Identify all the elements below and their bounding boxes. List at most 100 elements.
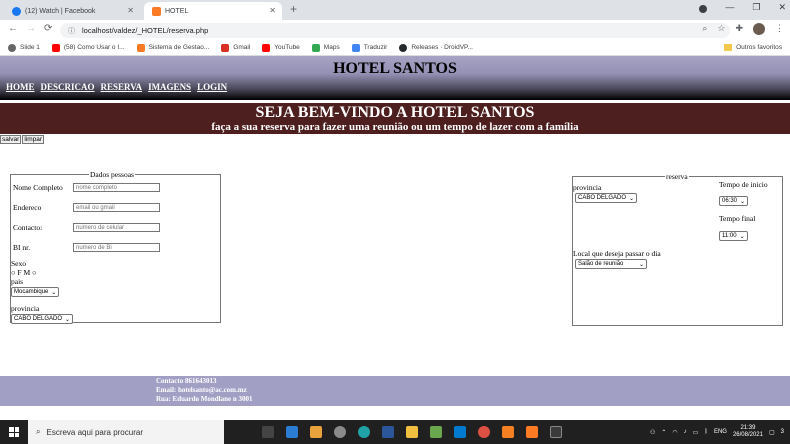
zoom-icon[interactable]: ⌕ [702,23,707,35]
menu-icon[interactable]: ⋮ [775,23,784,35]
store-icon[interactable] [310,426,322,438]
bookmark-slide[interactable]: Slide 1 [8,43,40,52]
facebook-icon [12,6,21,16]
task-view-icon[interactable] [262,426,274,438]
word-icon[interactable] [382,426,394,438]
bookmark-maps[interactable]: Maps [311,43,340,52]
taskbar-apps [262,426,562,438]
file-explorer-icon[interactable] [406,426,418,438]
name-input[interactable]: nome completo [73,183,160,192]
footer-address: Rua: Eduardo Mondlane n 3001 [156,395,253,403]
avatar[interactable] [753,23,765,35]
sex-options-text: F M [17,268,31,277]
place-value: Salão de reunião [578,261,624,267]
wifi-icon[interactable]: ◠ [672,429,677,436]
search-icon: ⌕ [36,427,41,436]
windows-icon [9,427,19,437]
country-select[interactable]: Mocambique ⌄ [11,286,60,297]
address-label: Endereco [13,203,42,212]
end-time-select[interactable]: 11:00 ⌄ [719,230,748,241]
radio-female[interactable]: ○ [11,268,16,277]
bookmark-sistema[interactable]: Sistema de Gestao... [136,43,209,52]
xampp-icon [136,43,145,52]
place-select[interactable]: Salão de reunião ⌄ [575,258,647,269]
taskbar-search[interactable]: ⌕ Escreva aqui para procurar [28,420,224,444]
xampp-icon[interactable] [526,426,538,438]
contact-row: Contacto: numero de celular [13,223,160,232]
country-label: pais [11,277,24,286]
bookmark-youtube-video[interactable]: (58) Como Usar o I... [51,43,125,52]
extensions-icon[interactable]: ✚ [735,23,743,35]
menu-login[interactable]: LOGIN [197,82,227,92]
contact-input[interactable]: numero de celular [73,223,160,232]
vlc-icon[interactable] [502,426,514,438]
start-button[interactable] [0,427,28,437]
close-icon[interactable]: ✕ [127,6,134,15]
photos-icon[interactable] [430,426,442,438]
bookmark-gmail[interactable]: Gmail [221,43,250,52]
volume-icon[interactable]: ♪ [684,429,687,435]
menu-descricao[interactable]: DESCRICAO [41,82,95,92]
menu-imagens[interactable]: IMAGENS [148,82,191,92]
new-tab-icon[interactable]: + [290,2,297,16]
menu-home[interactable]: HOME [6,82,35,92]
clock[interactable]: 21:39 26/08/2021 [733,425,763,439]
minimize-icon[interactable]: — [725,2,734,13]
bookmark-translate[interactable]: Traduzir [351,43,387,52]
personal-data-fieldset: Dados pessoas Nome Completo nome complet… [10,170,221,324]
address-input[interactable]: email ou gmail [73,203,160,212]
bi-row: BI nr. numero de Bi [13,243,160,252]
other-bookmarks[interactable]: Outros favoritos [724,44,782,51]
start-time-label: Tempo de inicio [719,180,768,189]
chrome-icon[interactable] [478,426,490,438]
language-indicator[interactable]: ENG [714,429,727,435]
xampp-icon [152,6,161,16]
profile-indicator-icon[interactable] [699,5,708,13]
radio-male[interactable]: ○ [32,268,37,277]
tab-hotel[interactable]: HOTEL ✕ [144,2,282,20]
footer-contact: Contacto 861643013 [156,377,217,385]
bluetooth-icon[interactable]: ᛒ [704,429,708,435]
bookmarks-bar: Slide 1 (58) Como Usar o I... Sistema de… [0,40,790,56]
search-placeholder: Escreva aqui para procurar [46,427,143,437]
form-buttons: salvar limpar [0,135,45,144]
menu-reserva[interactable]: RESERVA [101,82,143,92]
bi-input[interactable]: numero de Bi [73,243,160,252]
country-value: Mocambique [14,289,49,295]
site-title: HOTEL SANTOS [333,60,457,77]
slide-icon [8,43,16,52]
edge-icon[interactable] [358,426,370,438]
close-window-icon[interactable]: ✕ [778,2,786,13]
vscode-icon[interactable] [454,426,466,438]
province-value: CABO DELGADO [14,316,63,322]
back-icon[interactable]: ← [8,23,18,34]
bookmark-github[interactable]: Releases · DroidVP... [399,43,473,52]
info-icon[interactable]: ⓘ [68,26,75,36]
terminal-icon[interactable] [550,426,562,438]
mail-icon[interactable] [286,426,298,438]
save-button[interactable]: salvar [0,135,22,144]
province-select[interactable]: CABO DELGADO ⌄ [11,313,74,324]
reload-icon[interactable]: ⟳ [44,23,52,34]
bookmark-youtube[interactable]: YouTube [262,43,300,52]
notification-icon[interactable]: ▢ [769,429,775,436]
github-icon [399,43,408,52]
name-label: Nome Completo [13,183,63,192]
chevron-up-icon[interactable]: ⌃ [661,429,666,436]
settings-icon[interactable] [334,426,346,438]
end-time-label: Tempo final [719,214,756,223]
start-time-select[interactable]: 06:30 ⌄ [719,195,749,206]
maximize-icon[interactable]: ❐ [752,2,760,13]
folder-icon [724,44,733,51]
clear-button[interactable]: limpar [22,135,45,144]
clock-date: 26/08/2021 [732,432,763,438]
forward-icon[interactable]: → [26,23,36,34]
close-icon[interactable]: ✕ [269,6,276,15]
people-icon[interactable]: ⚇ [650,429,655,436]
web-page: HOTEL SANTOS HOME DESCRICAO RESERVA IMAG… [0,56,790,416]
battery-icon[interactable]: ▭ [693,429,699,436]
star-icon[interactable]: ☆ [717,23,725,35]
address-bar[interactable]: ⓘ localhost/valdez/_HOTEL/reserva.php [60,23,730,38]
tab-facebook[interactable]: (12) Watch | Facebook ✕ [4,2,140,20]
res-province-select[interactable]: CABO DELGADO ⌄ [575,192,638,203]
